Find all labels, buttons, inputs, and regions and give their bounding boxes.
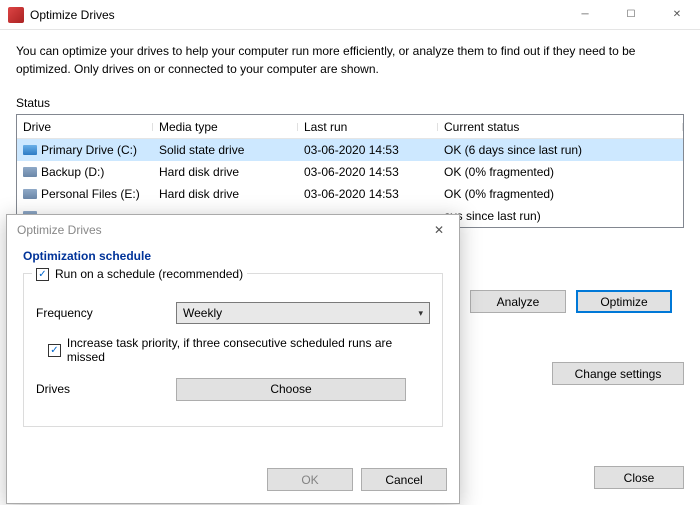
close-button[interactable]: Close (594, 466, 684, 489)
table-header: Drive Media type Last run Current status (17, 115, 683, 139)
cancel-button[interactable]: Cancel (361, 468, 447, 491)
drives-table: Drive Media type Last run Current status… (16, 114, 684, 228)
intro-text: You can optimize your drives to help you… (16, 42, 684, 78)
last-cell: 03-06-2020 14:53 (298, 143, 438, 157)
last-cell: 03-06-2020 14:53 (298, 165, 438, 179)
close-window-button[interactable]: ✕ (654, 0, 700, 30)
ok-button[interactable]: OK (267, 468, 353, 491)
chevron-down-icon: ▾ (418, 308, 423, 319)
status-cell: ays since last run) (438, 209, 683, 223)
run-schedule-label: Run on a schedule (recommended) (55, 267, 243, 281)
col-status[interactable]: Current status (438, 120, 683, 134)
media-cell: Hard disk drive (153, 165, 298, 179)
status-label: Status (16, 96, 684, 110)
table-row[interactable]: Backup (D:) Hard disk drive 03-06-2020 1… (17, 161, 683, 183)
drive-icon (23, 189, 37, 199)
analyze-button[interactable]: Analyze (470, 290, 566, 313)
dialog-titlebar: Optimize Drives ✕ (7, 215, 459, 245)
table-row[interactable]: Personal Files (E:) Hard disk drive 03-0… (17, 183, 683, 205)
app-icon (8, 7, 24, 23)
table-row[interactable]: Primary Drive (C:) Solid state drive 03-… (17, 139, 683, 161)
frequency-value: Weekly (183, 306, 222, 320)
media-cell: Hard disk drive (153, 187, 298, 201)
frequency-dropdown[interactable]: Weekly ▾ (176, 302, 430, 324)
schedule-dialog: Optimize Drives ✕ Optimization schedule … (6, 214, 460, 504)
col-last[interactable]: Last run (298, 120, 438, 134)
window-controls: ─ ☐ ✕ (562, 0, 700, 30)
drives-label: Drives (36, 382, 156, 396)
main-content: You can optimize your drives to help you… (0, 30, 700, 244)
dialog-title: Optimize Drives (17, 223, 102, 237)
minimize-button[interactable]: ─ (562, 0, 608, 30)
drive-name: Personal Files (E:) (41, 187, 140, 201)
last-cell: 03-06-2020 14:53 (298, 187, 438, 201)
increase-priority-label: Increase task priority, if three consecu… (67, 336, 430, 364)
maximize-button[interactable]: ☐ (608, 0, 654, 30)
action-buttons: Analyze Optimize (470, 290, 672, 313)
col-media[interactable]: Media type (153, 120, 298, 134)
choose-button[interactable]: Choose (176, 378, 406, 401)
run-schedule-checkbox[interactable]: ✓ Run on a schedule (recommended) (32, 264, 247, 284)
status-cell: OK (0% fragmented) (438, 165, 683, 179)
dialog-close-button[interactable]: ✕ (419, 215, 459, 245)
titlebar: Optimize Drives ─ ☐ ✕ (0, 0, 700, 30)
col-drive[interactable]: Drive (17, 120, 153, 134)
group-label: Optimization schedule (23, 249, 443, 263)
change-settings-button[interactable]: Change settings (552, 362, 684, 385)
optimize-button[interactable]: Optimize (576, 290, 672, 313)
checkbox-icon: ✓ (36, 268, 49, 281)
schedule-groupbox: ✓ Run on a schedule (recommended) Freque… (23, 273, 443, 427)
status-cell: OK (6 days since last run) (438, 143, 683, 157)
drive-icon (23, 145, 37, 155)
status-cell: OK (0% fragmented) (438, 187, 683, 201)
increase-priority-checkbox[interactable]: ✓ Increase task priority, if three conse… (48, 336, 430, 364)
drive-icon (23, 167, 37, 177)
media-cell: Solid state drive (153, 143, 298, 157)
checkbox-icon: ✓ (48, 344, 61, 357)
frequency-label: Frequency (36, 306, 156, 320)
drive-name: Primary Drive (C:) (41, 143, 137, 157)
drive-name: Backup (D:) (41, 165, 104, 179)
window-title: Optimize Drives (30, 8, 115, 22)
